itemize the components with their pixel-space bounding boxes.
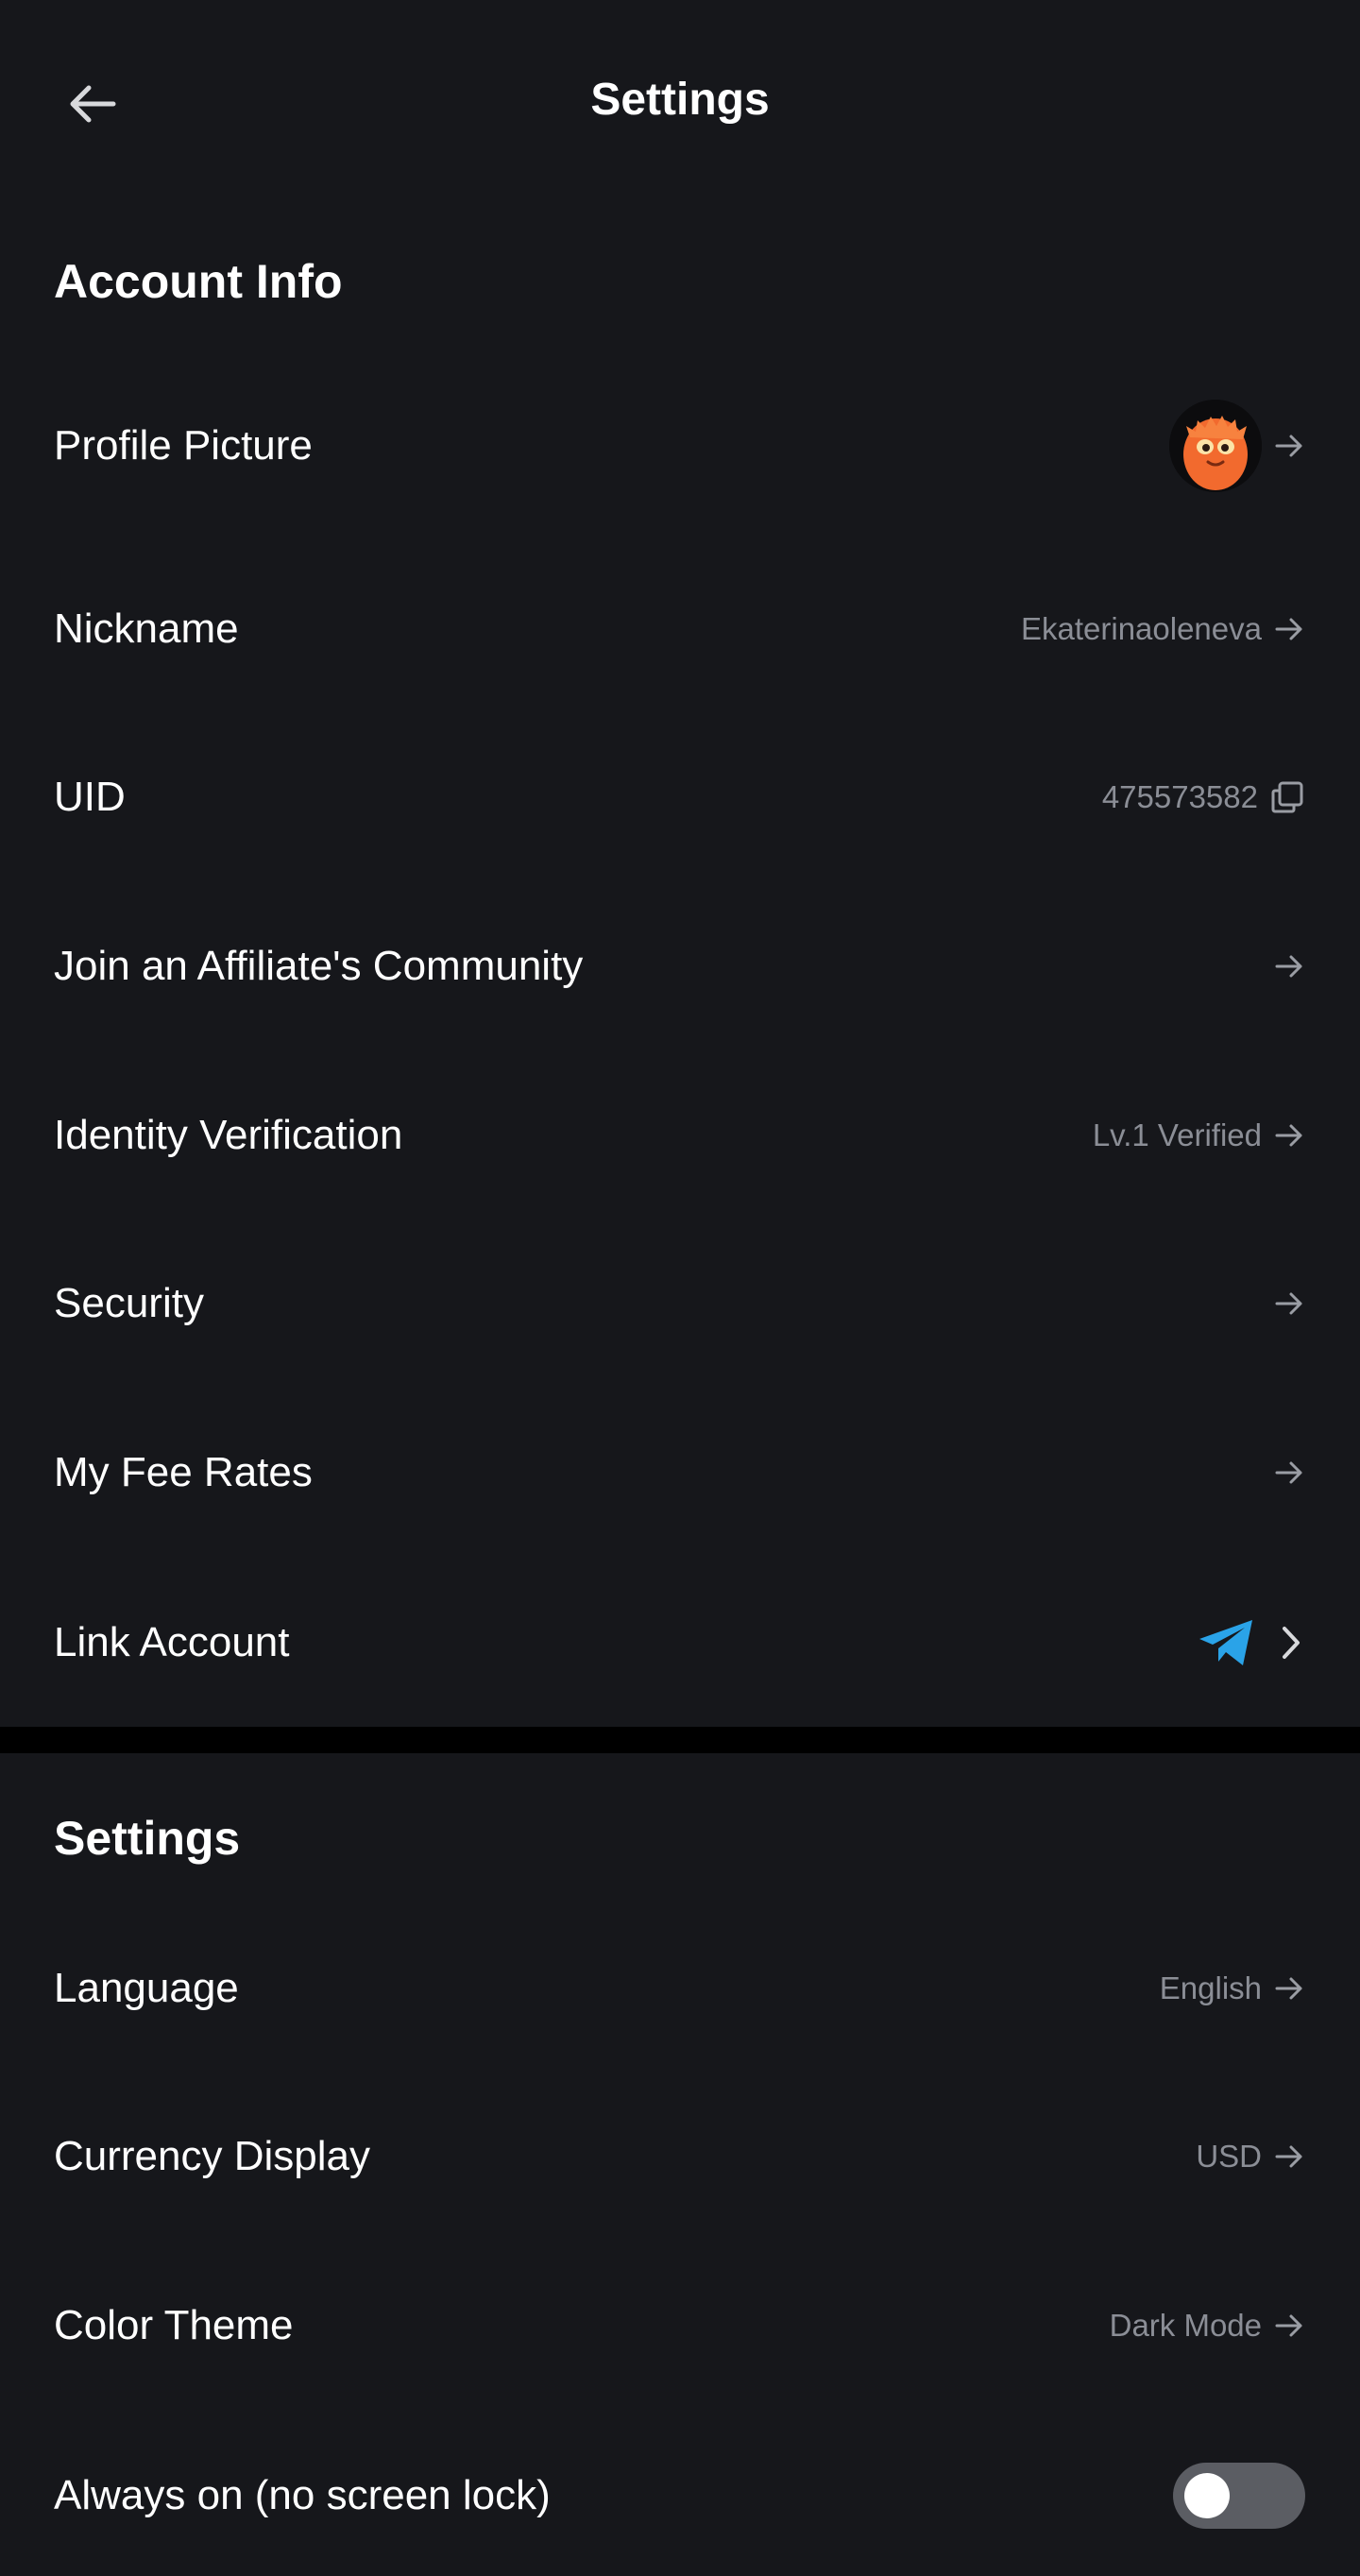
fee-rates-row[interactable]: My Fee Rates xyxy=(0,1402,1360,1544)
link-account-row[interactable]: Link Account xyxy=(0,1572,1360,1714)
row-label: Identity Verification xyxy=(54,1112,403,1158)
currency-display-row[interactable]: Currency Display USD xyxy=(0,2086,1360,2227)
section-title-account-info: Account Info xyxy=(54,255,343,308)
settings-screen: Settings Account Info Profile Picture Ni… xyxy=(0,0,1360,2576)
arrow-right-icon xyxy=(1273,1288,1305,1320)
arrow-right-icon xyxy=(1273,2310,1305,2342)
uid-value: 475573582 xyxy=(1101,779,1258,814)
row-label: Join an Affiliate's Community xyxy=(54,943,584,989)
row-label: My Fee Rates xyxy=(54,1449,313,1495)
color-theme-row[interactable]: Color Theme Dark Mode xyxy=(0,2255,1360,2397)
language-row[interactable]: Language English xyxy=(0,1918,1360,2059)
arrow-right-icon xyxy=(1273,1972,1305,2005)
telegram-icon xyxy=(1198,1618,1256,1667)
arrow-right-icon xyxy=(1273,950,1305,982)
copy-icon[interactable] xyxy=(1269,779,1305,815)
security-row[interactable]: Security xyxy=(0,1233,1360,1374)
page-title: Settings xyxy=(590,75,770,125)
header: Settings xyxy=(0,0,1360,203)
arrow-right-icon xyxy=(1273,613,1305,645)
nickname-value: Ekaterinaoleneva xyxy=(1020,611,1262,646)
always-on-row: Always on (no screen lock) xyxy=(0,2425,1360,2567)
profile-picture-row[interactable]: Profile Picture xyxy=(0,375,1360,517)
arrow-right-icon xyxy=(1273,1119,1305,1152)
toggle-knob xyxy=(1184,2473,1230,2518)
currency-value: USD xyxy=(1196,2139,1262,2174)
arrow-right-icon xyxy=(1273,1457,1305,1489)
uid-row: UID 475573582 xyxy=(0,726,1360,868)
verification-status: Lv.1 Verified xyxy=(1092,1117,1262,1152)
affiliate-community-row[interactable]: Join an Affiliate's Community xyxy=(0,896,1360,1037)
identity-verification-row[interactable]: Identity Verification Lv.1 Verified xyxy=(0,1065,1360,1206)
language-value: English xyxy=(1159,1970,1262,2005)
section-title-settings: Settings xyxy=(54,1812,241,1865)
row-label: Nickname xyxy=(54,606,239,652)
arrow-right-icon xyxy=(1273,2141,1305,2173)
row-label: Link Account xyxy=(54,1619,290,1665)
row-label: Currency Display xyxy=(54,2133,370,2179)
row-label: Language xyxy=(54,1965,239,2011)
section-divider xyxy=(0,1727,1360,1753)
theme-value: Dark Mode xyxy=(1109,2308,1262,2343)
chevron-right-icon xyxy=(1277,1624,1305,1662)
row-label: UID xyxy=(54,774,126,820)
always-on-toggle[interactable] xyxy=(1173,2463,1305,2529)
arrow-right-icon xyxy=(1273,430,1305,462)
avatar xyxy=(1169,400,1262,492)
row-label: Always on (no screen lock) xyxy=(54,2472,551,2518)
row-label: Security xyxy=(54,1280,204,1326)
row-label: Profile Picture xyxy=(54,422,313,469)
nickname-row[interactable]: Nickname Ekaterinaoleneva xyxy=(0,558,1360,700)
row-label: Color Theme xyxy=(54,2302,294,2348)
